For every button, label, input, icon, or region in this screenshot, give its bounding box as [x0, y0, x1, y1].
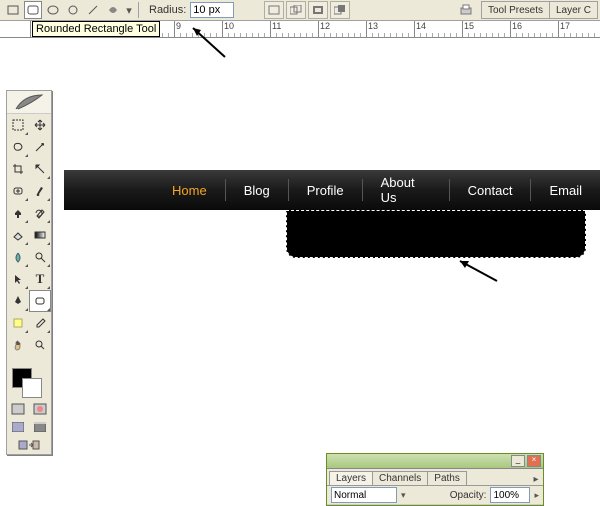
blur-tool-icon[interactable] [7, 246, 29, 268]
minimize-icon[interactable]: _ [511, 455, 525, 467]
custom-shape-tool-icon[interactable] [104, 1, 122, 19]
ruler-tick-label: 16 [512, 21, 522, 31]
new-shape-layer-icon[interactable] [264, 1, 284, 19]
toolbox-header[interactable] [7, 91, 51, 114]
pen-tool-icon[interactable] [7, 290, 29, 312]
radius-label: Radius: [149, 4, 186, 16]
ruler-tick-label: 13 [368, 21, 378, 31]
ellipse-tool-icon[interactable] [44, 1, 62, 19]
screen-mode-standard-icon[interactable] [7, 418, 29, 436]
panel-menu-icon[interactable]: ▸ [529, 474, 543, 485]
notes-tool-icon[interactable] [7, 312, 29, 334]
path-selection-tool-icon[interactable] [7, 268, 29, 290]
close-icon[interactable]: × [527, 455, 541, 467]
nav-item-email[interactable]: Email [531, 179, 600, 201]
slice-tool-icon[interactable] [29, 158, 51, 180]
nav-item-about-us[interactable]: About Us [363, 179, 450, 201]
history-brush-tool-icon[interactable] [29, 202, 51, 224]
rectangle-tool-icon[interactable] [4, 1, 22, 19]
quickmask-mode-icon[interactable] [29, 400, 51, 418]
shape-options-dropdown-icon[interactable]: ▾ [124, 2, 134, 18]
zoom-tool-icon[interactable] [29, 334, 51, 356]
ruler-tick-label: 15 [464, 21, 474, 31]
shape-tool-icon[interactable] [29, 290, 51, 312]
gradient-tool-icon[interactable] [29, 224, 51, 246]
marquee-tool-icon[interactable] [7, 114, 29, 136]
feather-icon [14, 93, 44, 111]
opacity-input[interactable] [490, 487, 530, 503]
tab-channels[interactable]: Channels [372, 471, 428, 485]
subtract-from-shape-icon[interactable] [308, 1, 328, 19]
tooltip-rounded-rectangle: Rounded Rectangle Tool [32, 21, 160, 37]
tab-layers[interactable]: Layers [329, 471, 373, 485]
rounded-rectangle-tool-icon[interactable] [24, 1, 42, 19]
standard-mode-icon[interactable] [7, 400, 29, 418]
tool-presets-tab[interactable]: Tool Presets [481, 1, 550, 19]
layer-comps-tab[interactable]: Layer C [549, 1, 598, 19]
ruler-tick-label: 17 [560, 21, 570, 31]
type-tool-icon[interactable]: T [29, 268, 51, 290]
line-tool-icon[interactable] [84, 1, 102, 19]
opacity-label: Opacity: [450, 490, 487, 501]
print-icon[interactable] [457, 2, 475, 18]
nav-item-blog[interactable]: Blog [226, 179, 289, 201]
options-bar: ▾ Radius: Tool Presets Layer C [0, 0, 600, 21]
color-swatches[interactable] [7, 356, 51, 400]
clone-stamp-tool-icon[interactable] [7, 202, 29, 224]
nav-item-home[interactable]: Home [154, 179, 226, 201]
annotation-arrow-icon [452, 256, 502, 296]
ruler-tick-label: 12 [320, 21, 330, 31]
hand-tool-icon[interactable] [7, 334, 29, 356]
toolbox-panel: T [6, 90, 52, 455]
brush-tool-icon[interactable] [29, 180, 51, 202]
radius-input[interactable] [190, 2, 234, 18]
layers-panel: _ × Layers Channels Paths ▸ ▾ Opacity: ▸ [326, 453, 544, 506]
jump-to-imageready-icon[interactable] [7, 436, 51, 454]
healing-brush-tool-icon[interactable] [7, 180, 29, 202]
annotation-arrow-icon [185, 22, 235, 62]
nav-item-profile[interactable]: Profile [289, 179, 363, 201]
ruler-tick-label: 9 [176, 21, 181, 31]
layers-panel-titlebar[interactable]: _ × [327, 454, 543, 469]
blend-mode-select[interactable] [331, 487, 397, 503]
opacity-chevron-icon[interactable]: ▸ [534, 490, 539, 501]
add-to-shape-icon[interactable] [286, 1, 306, 19]
ruler-tick-label: 11 [272, 21, 281, 31]
lasso-tool-icon[interactable] [7, 136, 29, 158]
crop-tool-icon[interactable] [7, 158, 29, 180]
dodge-tool-icon[interactable] [29, 246, 51, 268]
tab-paths[interactable]: Paths [427, 471, 467, 485]
eyedropper-tool-icon[interactable] [29, 312, 51, 334]
ruler-tick-label: 14 [416, 21, 426, 31]
website-nav-bar: HomeBlogProfileAbout UsContactEmail [64, 170, 600, 210]
rounded-rectangle-selection [286, 210, 586, 258]
background-color-swatch[interactable] [22, 378, 42, 398]
magic-wand-tool-icon[interactable] [29, 136, 51, 158]
eraser-tool-icon[interactable] [7, 224, 29, 246]
nav-item-contact[interactable]: Contact [450, 179, 532, 201]
intersect-shape-icon[interactable] [330, 1, 350, 19]
polygon-tool-icon[interactable] [64, 1, 82, 19]
move-tool-icon[interactable] [29, 114, 51, 136]
screen-mode-full-menubar-icon[interactable] [29, 418, 51, 436]
chevron-down-icon[interactable]: ▾ [401, 490, 406, 501]
